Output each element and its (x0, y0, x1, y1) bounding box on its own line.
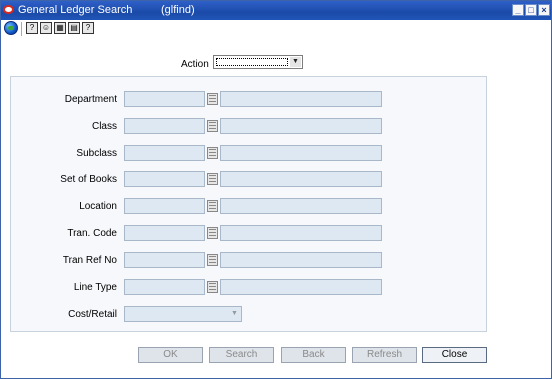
chevron-down-icon[interactable]: ▼ (229, 309, 240, 319)
save-icon[interactable]: ▤ (68, 22, 80, 34)
cost-retail-select[interactable]: ▼ (124, 306, 242, 322)
department-field[interactable] (124, 91, 205, 107)
location-field[interactable] (124, 198, 205, 214)
tran-code-description-field[interactable] (220, 225, 382, 241)
list-of-values-icon[interactable] (207, 120, 218, 132)
subclass-description-field[interactable] (220, 145, 382, 161)
subclass-field[interactable] (124, 145, 205, 161)
department-description-field[interactable] (220, 91, 382, 107)
globe-icon[interactable] (4, 21, 18, 35)
action-select-value (216, 58, 288, 66)
class-field[interactable] (124, 118, 205, 134)
title-bar: General Ledger Search (glfind) _ □ × (1, 1, 551, 20)
subclass-label: Subclass (76, 148, 117, 159)
tran-ref-no-row: Tran Ref No (1, 252, 551, 270)
close-window-button[interactable]: × (538, 4, 550, 16)
window-module: (glfind) (161, 4, 195, 16)
back-button[interactable]: Back (281, 347, 346, 363)
search-button[interactable]: Search (209, 347, 274, 363)
class-row: Class (1, 118, 551, 136)
action-select[interactable]: ▼ (213, 55, 303, 69)
tran-ref-no-label: Tran Ref No (62, 255, 117, 266)
oracle-icon (3, 5, 14, 14)
cost-retail-row: Cost/Retail ▼ (1, 306, 551, 324)
general-ledger-search-window: General Ledger Search (glfind) _ □ × ? ☺… (0, 0, 552, 379)
department-row: Department (1, 91, 551, 109)
toolbar-separator (21, 22, 22, 36)
class-description-field[interactable] (220, 118, 382, 134)
ok-button[interactable]: OK (138, 347, 203, 363)
set-of-books-row: Set of Books (1, 171, 551, 189)
window-title: General Ledger Search (18, 4, 133, 16)
line-type-label: Line Type (73, 282, 117, 293)
location-label: Location (79, 201, 117, 212)
line-type-field[interactable] (124, 279, 205, 295)
calendar-icon[interactable]: ▦ (54, 22, 66, 34)
subclass-row: Subclass (1, 145, 551, 163)
tran-code-row: Tran. Code (1, 225, 551, 243)
list-of-values-icon[interactable] (207, 200, 218, 212)
set-of-books-label: Set of Books (60, 174, 117, 185)
list-of-values-icon[interactable] (207, 281, 218, 293)
list-of-values-icon[interactable] (207, 147, 218, 159)
question-icon[interactable]: ? (82, 22, 94, 34)
cost-retail-label: Cost/Retail (68, 309, 117, 320)
list-of-values-icon[interactable] (207, 93, 218, 105)
class-label: Class (91, 121, 117, 132)
list-of-values-icon[interactable] (207, 173, 218, 185)
tran-ref-no-description-field[interactable] (220, 252, 382, 268)
minimize-button[interactable]: _ (512, 4, 524, 16)
location-description-field[interactable] (220, 198, 382, 214)
list-of-values-icon[interactable] (207, 227, 218, 239)
chevron-down-icon[interactable]: ▼ (290, 57, 301, 67)
close-button[interactable]: Close (422, 347, 487, 363)
tran-code-field[interactable] (124, 225, 205, 241)
line-type-row: Line Type (1, 279, 551, 297)
toolbar: ? ☺ ▦ ▤ ? (1, 20, 551, 38)
action-label: Action (181, 59, 209, 70)
refresh-button[interactable]: Refresh (352, 347, 417, 363)
set-of-books-field[interactable] (124, 171, 205, 187)
maximize-button[interactable]: □ (525, 4, 537, 16)
tran-ref-no-field[interactable] (124, 252, 205, 268)
location-row: Location (1, 198, 551, 216)
list-of-values-icon[interactable] (207, 254, 218, 266)
users-icon[interactable]: ☺ (40, 22, 52, 34)
line-type-description-field[interactable] (220, 279, 382, 295)
tran-code-label: Tran. Code (67, 228, 117, 239)
department-label: Department (64, 94, 117, 105)
help-icon[interactable]: ? (26, 22, 38, 34)
set-of-books-description-field[interactable] (220, 171, 382, 187)
